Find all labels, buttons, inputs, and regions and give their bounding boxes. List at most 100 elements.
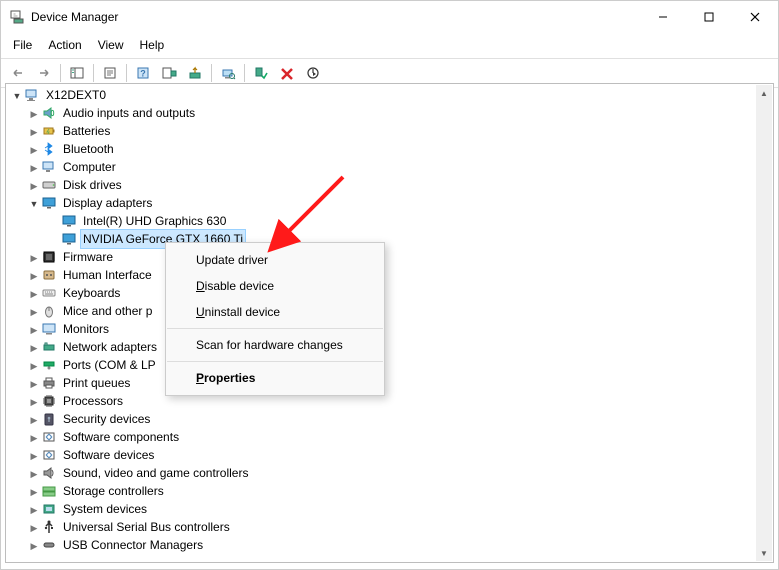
toolbar-separator xyxy=(244,64,245,82)
device-manager-icon xyxy=(9,9,25,25)
tree-node-label: Intel(R) UHD Graphics 630 xyxy=(81,212,228,230)
expander-icon[interactable] xyxy=(27,518,41,537)
context-separator xyxy=(167,361,383,362)
expander-icon[interactable] xyxy=(27,536,41,555)
minimize-button[interactable] xyxy=(640,1,686,33)
disable-device-icon[interactable] xyxy=(301,62,325,84)
tree-node-label: Software components xyxy=(61,428,181,446)
context-scan-hardware[interactable]: Scan for hardware changes xyxy=(166,332,384,358)
computer-icon xyxy=(41,159,57,175)
help-icon[interactable]: ? xyxy=(131,62,155,84)
menu-action[interactable]: Action xyxy=(40,35,89,56)
expander-icon[interactable] xyxy=(27,320,41,339)
firmware-icon xyxy=(41,249,57,265)
expander-icon[interactable] xyxy=(27,122,41,141)
software-icon xyxy=(41,429,57,445)
expander-icon[interactable] xyxy=(27,176,41,195)
network-icon xyxy=(41,339,57,355)
expander-icon[interactable] xyxy=(27,410,41,429)
tree-node-label: Audio inputs and outputs xyxy=(61,104,197,122)
uninstall-device-icon[interactable] xyxy=(275,62,299,84)
menu-view[interactable]: View xyxy=(90,35,132,56)
tree-node-label: Universal Serial Bus controllers xyxy=(61,518,232,536)
tree-device-5-0[interactable]: Intel(R) UHD Graphics 630 xyxy=(7,212,756,230)
tree-node-label: USB Connector Managers xyxy=(61,536,205,554)
expander-icon[interactable] xyxy=(27,428,41,447)
context-update-driver[interactable]: Update driver xyxy=(166,247,384,273)
context-properties[interactable]: Properties xyxy=(166,365,384,391)
expander-icon[interactable] xyxy=(27,266,41,285)
tree-category-21[interactable]: Universal Serial Bus controllers xyxy=(7,518,756,536)
vertical-scrollbar[interactable]: ▲ ▼ xyxy=(756,85,772,561)
expander-icon[interactable] xyxy=(27,338,41,357)
tree-root[interactable]: X12DEXT0 xyxy=(7,86,756,104)
tree-node-label: Monitors xyxy=(61,320,111,338)
window-controls xyxy=(640,1,778,33)
security-icon xyxy=(41,411,57,427)
expander-icon[interactable] xyxy=(27,284,41,303)
show-hide-tree-icon[interactable] xyxy=(65,62,89,84)
expander-icon[interactable] xyxy=(27,500,41,519)
mouse-icon xyxy=(41,303,57,319)
tree-node-label: System devices xyxy=(61,500,149,518)
expander-icon[interactable] xyxy=(27,248,41,267)
tree-category-22[interactable]: USB Connector Managers xyxy=(7,536,756,554)
tree-category-3[interactable]: Computer xyxy=(7,158,756,176)
toolbar-separator xyxy=(60,64,61,82)
action-icon[interactable] xyxy=(157,62,181,84)
expander-icon[interactable] xyxy=(27,158,41,177)
tree-category-19[interactable]: Storage controllers xyxy=(7,482,756,500)
close-button[interactable] xyxy=(732,1,778,33)
device-tree-panel: X12DEXT0Audio inputs and outputsBatterie… xyxy=(5,83,774,563)
tree-category-17[interactable]: Software devices xyxy=(7,446,756,464)
disk-icon xyxy=(41,177,57,193)
display-icon xyxy=(61,231,77,247)
tree-category-20[interactable]: System devices xyxy=(7,500,756,518)
tree-node-label: Display adapters xyxy=(61,194,154,212)
tree-category-15[interactable]: Security devices xyxy=(7,410,756,428)
tree-category-4[interactable]: Disk drives xyxy=(7,176,756,194)
context-disable-device[interactable]: Disable device xyxy=(166,273,384,299)
battery-icon xyxy=(41,123,57,139)
expander-icon[interactable] xyxy=(27,482,41,501)
expander-icon[interactable] xyxy=(27,374,41,393)
tree-node-label: Firmware xyxy=(61,248,115,266)
printer-icon xyxy=(41,375,57,391)
scan-hardware-icon[interactable] xyxy=(216,62,240,84)
maximize-button[interactable] xyxy=(686,1,732,33)
expander-icon[interactable] xyxy=(27,356,41,375)
expander-icon[interactable] xyxy=(27,302,41,321)
expander-icon[interactable] xyxy=(27,104,41,123)
tree-node-label: Sound, video and game controllers xyxy=(61,464,250,482)
expander-icon[interactable] xyxy=(27,140,41,159)
expander-icon[interactable] xyxy=(27,446,41,465)
expander-icon[interactable] xyxy=(10,86,24,105)
tree-node-label: X12DEXT0 xyxy=(44,86,108,104)
display-icon xyxy=(41,195,57,211)
back-icon[interactable] xyxy=(6,62,30,84)
forward-icon[interactable] xyxy=(32,62,56,84)
computer-root-icon xyxy=(24,87,40,103)
properties-icon[interactable] xyxy=(98,62,122,84)
scroll-down-icon[interactable]: ▼ xyxy=(756,545,772,561)
scroll-up-icon[interactable]: ▲ xyxy=(756,85,772,101)
tree-category-1[interactable]: Batteries xyxy=(7,122,756,140)
enable-device-icon[interactable] xyxy=(249,62,273,84)
menu-file[interactable]: File xyxy=(5,35,40,56)
tree-category-5[interactable]: Display adapters xyxy=(7,194,756,212)
tree-category-16[interactable]: Software components xyxy=(7,428,756,446)
tree-node-label: Security devices xyxy=(61,410,152,428)
tree-category-18[interactable]: Sound, video and game controllers xyxy=(7,464,756,482)
expander-icon[interactable] xyxy=(27,464,41,483)
sound-icon xyxy=(41,465,57,481)
svg-text:?: ? xyxy=(140,69,146,79)
titlebar: Device Manager xyxy=(1,1,778,33)
update-driver-icon[interactable] xyxy=(183,62,207,84)
tree-node-label: Keyboards xyxy=(61,284,122,302)
expander-icon[interactable] xyxy=(27,194,41,213)
menu-help[interactable]: Help xyxy=(132,35,173,56)
tree-category-2[interactable]: Bluetooth xyxy=(7,140,756,158)
expander-icon[interactable] xyxy=(27,392,41,411)
context-uninstall-device[interactable]: Uninstall device xyxy=(166,299,384,325)
tree-category-0[interactable]: Audio inputs and outputs xyxy=(7,104,756,122)
